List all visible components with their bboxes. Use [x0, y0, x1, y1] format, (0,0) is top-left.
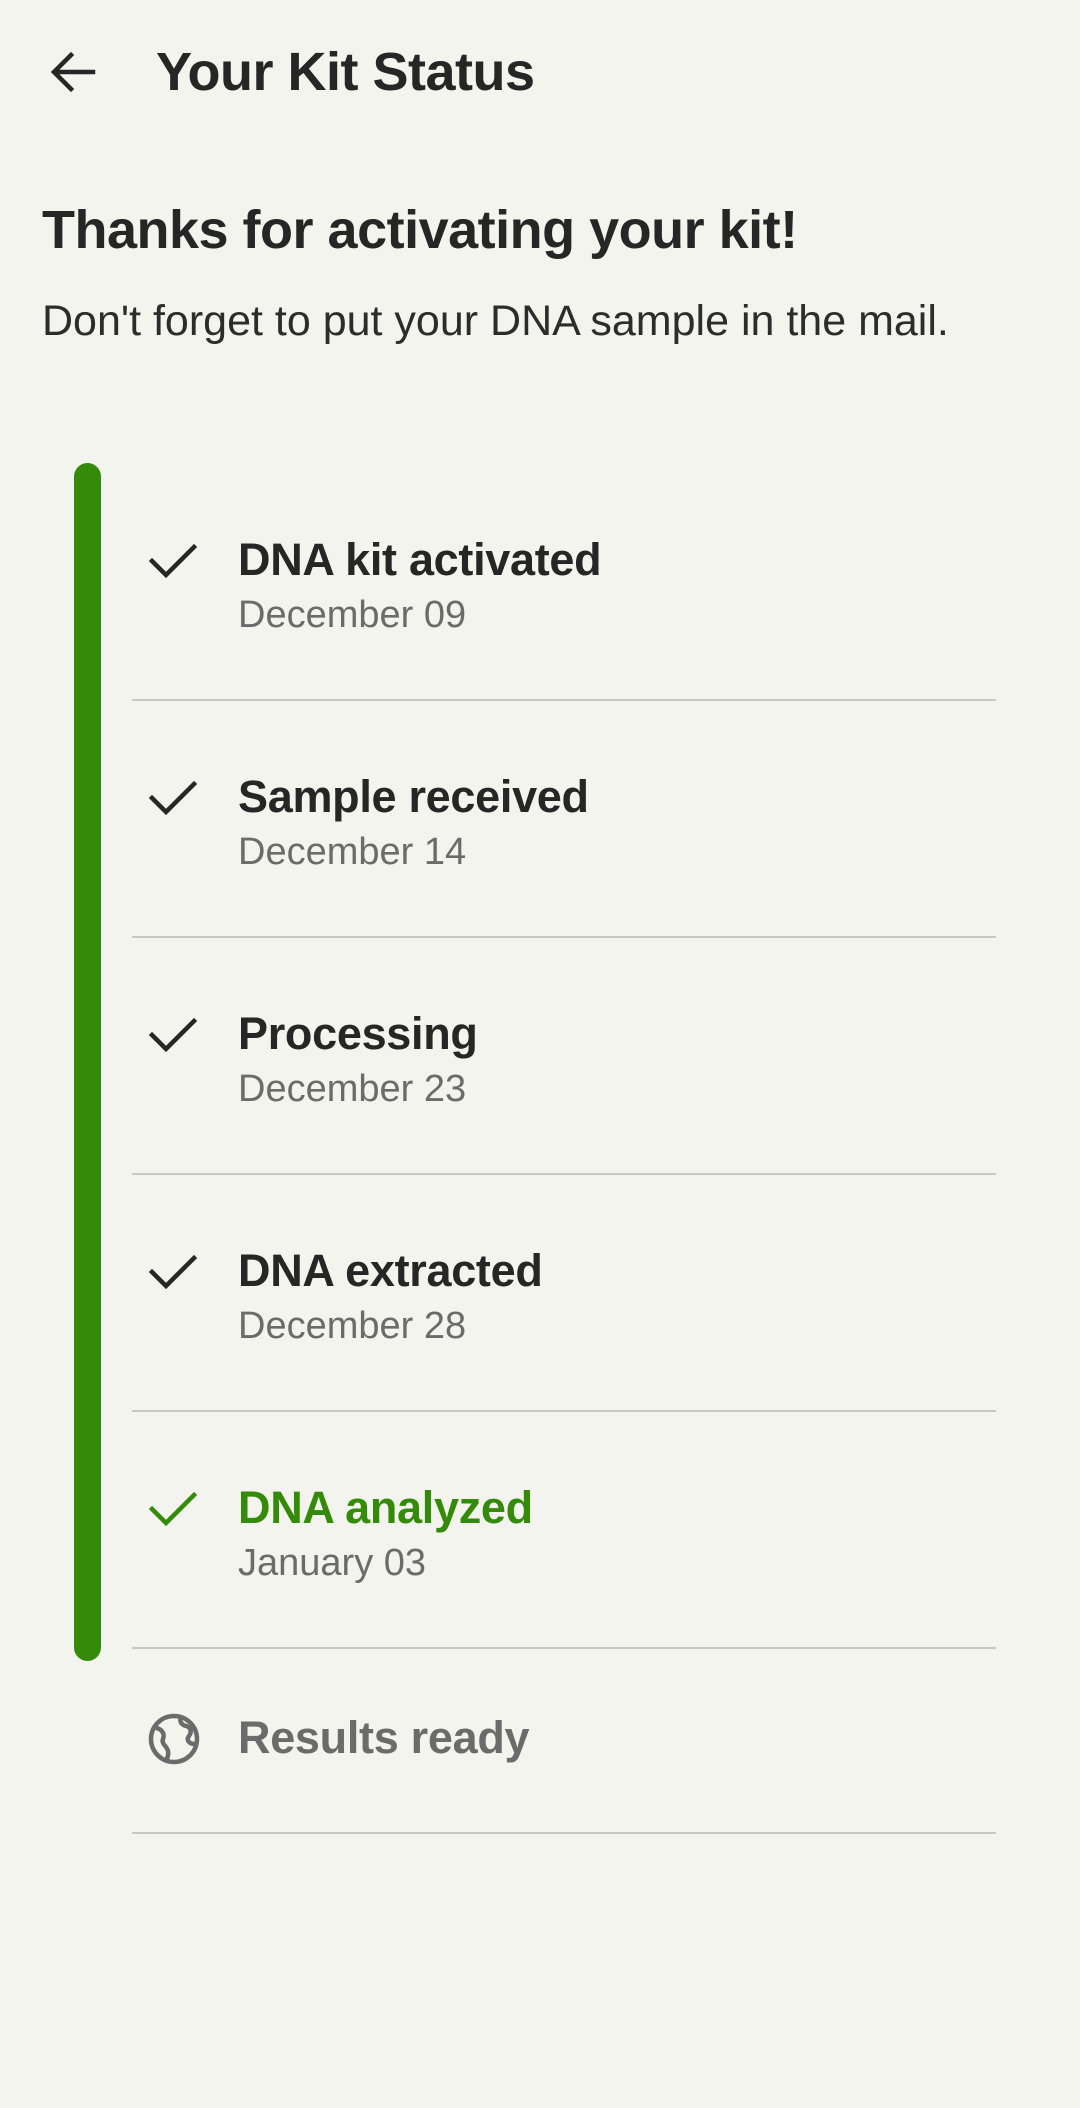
progress-rail	[74, 463, 101, 1661]
check-icon	[146, 769, 202, 825]
app-bar: Your Kit Status	[0, 0, 1080, 144]
step-title: DNA kit activated	[238, 534, 602, 585]
step-results-ready: Results ready	[132, 1693, 996, 1833]
divider	[132, 1647, 996, 1649]
arrow-left-icon	[50, 51, 96, 93]
divider	[132, 936, 996, 938]
step-title: Processing	[238, 1008, 478, 1059]
step-processing: Processing December 23	[132, 982, 996, 1174]
page-title: Your Kit Status	[156, 42, 535, 102]
step-date: December 14	[238, 831, 467, 873]
divider	[132, 1410, 996, 1412]
divider	[132, 1173, 996, 1175]
heading: Thanks for activating your kit!	[42, 200, 798, 260]
step-sample-received: Sample received December 14	[132, 745, 996, 937]
step-date: December 28	[238, 1305, 467, 1347]
step-title: DNA extracted	[238, 1245, 543, 1296]
check-icon	[146, 1480, 202, 1536]
divider	[132, 1832, 996, 1834]
check-icon	[146, 1006, 202, 1062]
step-date: December 09	[238, 594, 467, 636]
divider	[132, 699, 996, 701]
subtitle: Don't forget to put your DNA sample in t…	[42, 297, 949, 345]
step-title: DNA analyzed	[238, 1482, 533, 1533]
step-title: Results ready	[238, 1712, 530, 1763]
step-date: December 23	[238, 1068, 467, 1110]
step-dna-kit-activated: DNA kit activated December 09	[132, 508, 996, 700]
back-button[interactable]	[34, 36, 112, 108]
check-icon	[146, 532, 202, 588]
check-icon	[146, 1243, 202, 1299]
globe-icon	[146, 1711, 202, 1767]
step-dna-analyzed: DNA analyzed January 03	[132, 1456, 996, 1648]
step-title: Sample received	[238, 771, 589, 822]
step-dna-extracted: DNA extracted December 28	[132, 1219, 996, 1411]
step-date: January 03	[238, 1542, 427, 1584]
